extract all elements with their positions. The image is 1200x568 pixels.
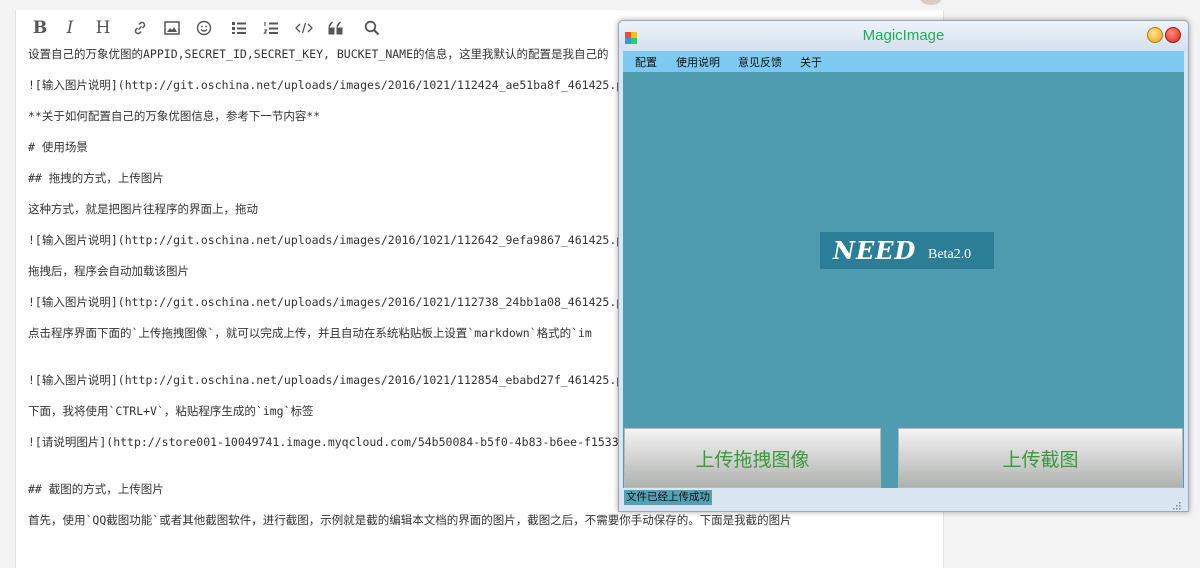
status-bar: 文件已经上传成功 xyxy=(623,488,1184,510)
app-logo: NEED Beta2.0 xyxy=(820,232,994,269)
quote-icon[interactable] xyxy=(325,17,347,39)
numbered-list-icon[interactable] xyxy=(260,17,282,39)
editor-line[interactable]: ![输入图片说明](http://git.oschina.net/uploads… xyxy=(28,372,618,388)
editor-toolbar: B I H xyxy=(15,10,615,46)
menu-usage[interactable]: 使用说明 xyxy=(676,54,720,70)
editor-line[interactable]: ## 拖拽的方式，上传图片 xyxy=(28,170,618,186)
editor-line[interactable]: ## 截图的方式，上传图片 xyxy=(28,481,618,497)
editor-line[interactable]: # 使用场景 xyxy=(28,139,618,155)
image-icon[interactable] xyxy=(161,17,183,39)
drop-area[interactable]: NEED Beta2.0 上传拖拽图像 上传截图 xyxy=(623,72,1184,488)
status-text: 文件已经上传成功 xyxy=(624,490,712,505)
editor-line[interactable]: ![输入图片说明](http://git.oschina.net/uploads… xyxy=(28,77,618,93)
editor-line[interactable]: ![请说明图片](http://store001-10049741.image.… xyxy=(28,434,618,450)
bullet-list-icon[interactable] xyxy=(228,17,250,39)
editor-line[interactable]: 这种方式，就是把图片往程序的界面上，拖动 xyxy=(28,201,618,217)
emoji-icon[interactable] xyxy=(193,17,215,39)
close-icon[interactable] xyxy=(1165,27,1181,43)
upload-screenshot-button[interactable]: 上传截图 xyxy=(898,428,1183,488)
logo-text: NEED xyxy=(833,236,917,265)
editor-line[interactable]: 设置自己的万象优图的APPID,SECRET_ID,SECRET_KEY, BU… xyxy=(28,46,618,62)
link-icon[interactable] xyxy=(129,17,151,39)
minimize-icon[interactable] xyxy=(1147,27,1163,43)
code-icon[interactable] xyxy=(293,17,315,39)
window-title: MagicImage xyxy=(862,27,945,44)
upload-drag-image-button[interactable]: 上传拖拽图像 xyxy=(624,428,881,488)
editor-line[interactable]: 拖拽后，程序会自动加载该图片 xyxy=(28,263,618,279)
menu-config[interactable]: 配置 xyxy=(635,54,657,70)
menu-about[interactable]: 关于 xyxy=(800,54,822,70)
editor-line[interactable]: 首先，使用`QQ截图功能`或者其他截图软件，进行截图，示例就是截的编辑本文档的界… xyxy=(28,512,928,528)
window-titlebar[interactable]: MagicImage xyxy=(619,21,1188,51)
editor-line[interactable]: ![输入图片说明](http://git.oschina.net/uploads… xyxy=(28,232,618,248)
editor-line[interactable]: **关于如何配置自己的万象优图信息，参考下一节内容** xyxy=(28,108,618,124)
menu-feedback[interactable]: 意见反馈 xyxy=(738,54,782,70)
editor-line[interactable]: 点击程序界面下面的`上传拖拽图像`，就可以完成上传，并且自动在系统粘贴板上设置`… xyxy=(28,325,618,341)
editor-line[interactable]: ![输入图片说明](http://git.oschina.net/uploads… xyxy=(28,294,618,310)
italic-button[interactable]: I xyxy=(59,17,81,39)
bold-button[interactable]: B xyxy=(29,17,51,39)
magicimage-window: MagicImage 配置 使用说明 意见反馈 关于 NEED Beta2.0 … xyxy=(618,20,1189,512)
resize-grip-icon[interactable] xyxy=(1171,495,1181,510)
search-icon[interactable] xyxy=(361,17,383,39)
editor-line[interactable]: 下面，我将使用`CTRL+V`，粘贴程序生成的`img`标签 xyxy=(28,403,618,419)
heading-button[interactable]: H xyxy=(92,17,114,39)
logo-version: Beta2.0 xyxy=(928,247,972,262)
menu-bar: 配置 使用说明 意见反馈 关于 xyxy=(623,51,1184,72)
